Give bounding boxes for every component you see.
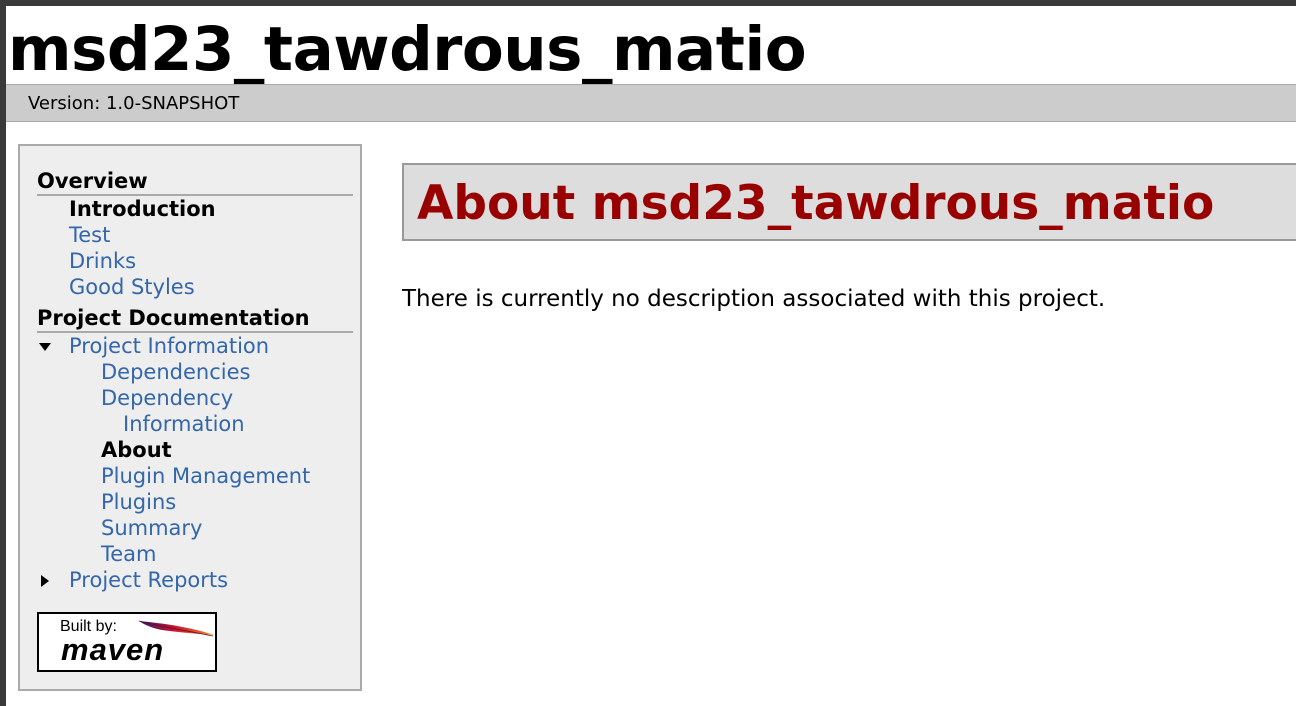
section-title-bar: About msd23_tawdrous_matio xyxy=(402,163,1296,241)
nav-item-dependency-information-cont[interactable]: Information xyxy=(123,411,245,437)
nav-item-summary[interactable]: Summary xyxy=(101,515,202,541)
page-title: About msd23_tawdrous_matio xyxy=(417,176,1215,231)
nav-item-plugins[interactable]: Plugins xyxy=(101,489,176,515)
nav-item-test[interactable]: Test xyxy=(69,222,110,248)
nav-item-drinks[interactable]: Drinks xyxy=(69,248,136,274)
navigation-sidebar: Overview Introduction Test Drinks Good S… xyxy=(18,144,362,691)
page-frame: msd23_tawdrous_matio Version: 1.0-SNAPSH… xyxy=(6,6,1296,706)
nav-item-about: About xyxy=(101,438,172,462)
nav-item-project-information[interactable]: Project Information xyxy=(69,333,269,359)
breadcrumbs-bar: Version: 1.0-SNAPSHOT xyxy=(6,84,1296,122)
collapsed-triangle-icon[interactable] xyxy=(38,574,52,588)
nav-item-project-reports[interactable]: Project Reports xyxy=(69,567,228,593)
expanded-triangle-icon[interactable] xyxy=(38,340,52,354)
nav-heading-overview: Overview xyxy=(37,168,353,196)
built-by-maven-badge[interactable]: Built by: maven xyxy=(37,612,217,672)
nav-item-dependency-information[interactable]: Dependency xyxy=(101,385,233,411)
nav-item-introduction: Introduction xyxy=(69,197,216,221)
nav-item-dependencies[interactable]: Dependencies xyxy=(101,359,250,385)
nav-item-team[interactable]: Team xyxy=(101,541,157,567)
project-description: There is currently no description associ… xyxy=(402,286,1106,312)
nav-item-plugin-management[interactable]: Plugin Management xyxy=(101,463,310,489)
nav-heading-project-documentation: Project Documentation xyxy=(37,305,353,333)
nav-item-good-styles[interactable]: Good Styles xyxy=(69,274,195,300)
maven-logo-text: maven xyxy=(61,632,165,667)
version-label: Version: 1.0-SNAPSHOT xyxy=(28,93,240,114)
site-banner-title: msd23_tawdrous_matio xyxy=(8,14,807,85)
